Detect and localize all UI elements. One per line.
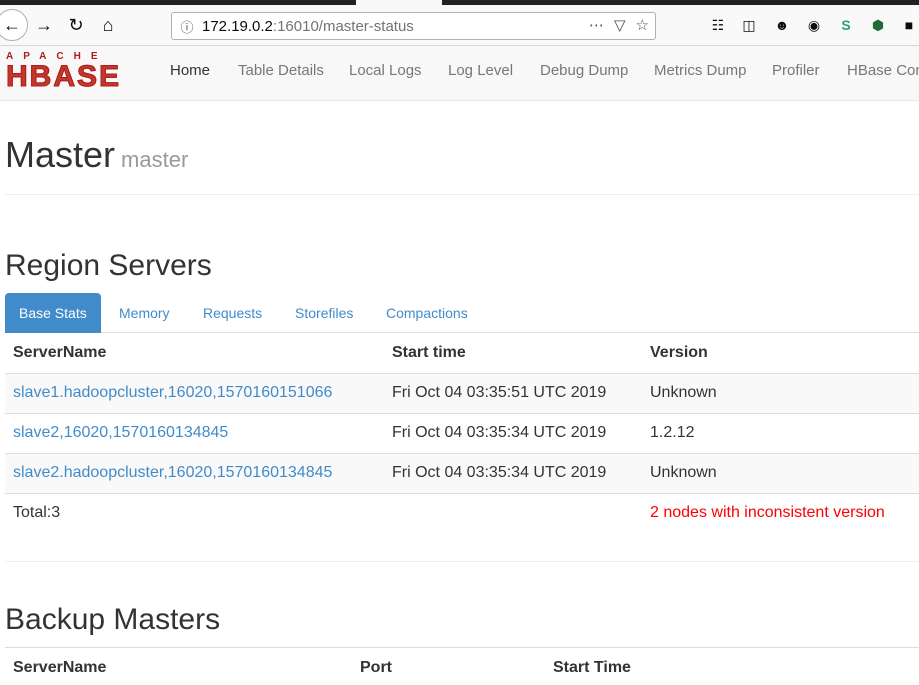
tab-compactions[interactable]: Compactions: [372, 293, 482, 333]
page-subtitle: master: [121, 147, 189, 172]
version-cell: Unknown: [642, 372, 919, 413]
tab-storefiles[interactable]: Storefiles: [281, 293, 367, 333]
url-bar[interactable]: ⓘ 172.19.0.2:16010/master-status ⋯ ▽ ☆: [171, 12, 656, 40]
backup-masters-heading: Backup Masters: [5, 603, 221, 636]
extension-1-icon[interactable]: ◉: [804, 15, 824, 35]
logo-hbase-text: HBASE HBASE: [5, 60, 122, 93]
start-time-cell: Fri Oct 04 03:35:34 UTC 2019: [384, 412, 642, 453]
page-actions-icon[interactable]: ⋯: [589, 16, 604, 34]
url-host: 172.19.0.2: [202, 17, 273, 35]
page-header: Master master: [5, 137, 919, 195]
site-info-icon[interactable]: ⓘ: [172, 17, 202, 36]
hbase-navbar: APACHE HBASE HBASE Home Table Details Loc…: [0, 46, 919, 101]
tab-base-stats[interactable]: Base Stats: [5, 293, 101, 333]
column-header-port[interactable]: Port: [352, 647, 545, 685]
table-row: slave2,16020,1570160134845 Fri Oct 04 03…: [5, 412, 919, 453]
extension-s-icon[interactable]: S: [836, 15, 856, 35]
tab-requests[interactable]: Requests: [189, 293, 276, 333]
browser-toolbar: ← → ↻ ⌂ ⓘ 172.19.0.2:16010/master-status…: [0, 5, 919, 46]
extension-3-icon[interactable]: ■: [899, 15, 919, 35]
version-cell: Unknown: [642, 452, 919, 493]
start-time-cell: Fri Oct 04 03:35:34 UTC 2019: [384, 452, 642, 493]
backup-masters-table: ServerName Port Start Time: [5, 647, 919, 685]
nav-local-logs[interactable]: Local Logs: [349, 46, 422, 101]
sidebar-icon[interactable]: ◫: [739, 15, 759, 35]
region-servers-table: ServerName Start time Version slave1.had…: [5, 333, 919, 533]
nav-metrics-dump[interactable]: Metrics Dump: [654, 46, 747, 101]
column-header-servername[interactable]: ServerName: [5, 647, 352, 685]
nav-profiler[interactable]: Profiler: [772, 46, 820, 101]
table-row: slave1.hadoopcluster,16020,1570160151066…: [5, 372, 919, 413]
tab-memory[interactable]: Memory: [105, 293, 184, 333]
url-path: :16010/master-status: [272, 17, 414, 35]
reload-icon[interactable]: ↻: [61, 9, 91, 41]
start-time-cell: Fri Oct 04 03:35:51 UTC 2019: [384, 372, 642, 413]
nav-home[interactable]: Home: [170, 46, 210, 101]
column-header-servername[interactable]: ServerName: [5, 333, 384, 373]
library-icon[interactable]: ☷: [708, 15, 728, 35]
server-link[interactable]: slave1.hadoopcluster,16020,1570160151066: [13, 384, 332, 401]
total-row: Total:3 2 nodes with inconsistent versio…: [5, 492, 919, 533]
table-row: slave2.hadoopcluster,16020,1570160134845…: [5, 452, 919, 493]
page-title: Master master: [5, 134, 189, 175]
version-cell: 1.2.12: [642, 412, 919, 453]
column-header-start-time[interactable]: Start Time: [545, 647, 919, 685]
total-empty-cell: [384, 492, 642, 533]
column-header-version[interactable]: Version: [642, 333, 919, 373]
account-icon[interactable]: ☻: [772, 15, 792, 35]
section-divider: [5, 561, 919, 562]
nav-hbase-configuration[interactable]: HBase Con: [847, 46, 919, 101]
region-servers-tabs: Base Stats Memory Requests Storefiles Co…: [5, 293, 919, 333]
home-icon[interactable]: ⌂: [93, 9, 123, 41]
nav-table-details[interactable]: Table Details: [238, 46, 324, 101]
nav-debug-dump[interactable]: Debug Dump: [540, 46, 628, 101]
hbase-logo[interactable]: APACHE HBASE HBASE: [5, 51, 142, 93]
server-link[interactable]: slave2.hadoopcluster,16020,1570160134845: [13, 464, 332, 481]
nav-log-level[interactable]: Log Level: [448, 46, 513, 101]
pocket-icon[interactable]: ▽: [614, 16, 626, 34]
total-count: Total:3: [5, 492, 384, 533]
version-warning: 2 nodes with inconsistent version: [642, 492, 919, 533]
extension-shield-icon[interactable]: ⬢: [868, 15, 888, 35]
bookmark-star-icon[interactable]: ☆: [636, 16, 649, 34]
back-icon[interactable]: ←: [0, 9, 28, 41]
url-text: 172.19.0.2:16010/master-status: [202, 18, 414, 35]
region-servers-heading: Region Servers: [5, 249, 212, 282]
server-link[interactable]: slave2,16020,1570160134845: [13, 424, 228, 441]
forward-icon[interactable]: →: [29, 9, 59, 41]
column-header-start-time[interactable]: Start time: [384, 333, 642, 373]
